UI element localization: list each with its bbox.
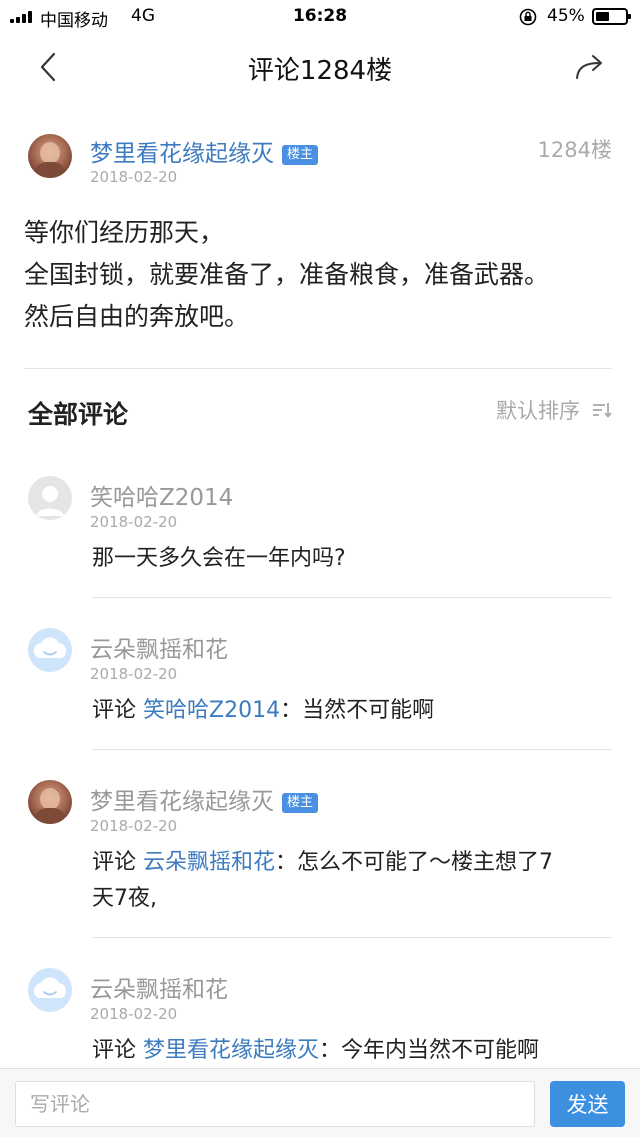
reply-prefix: 评论 <box>92 850 143 875</box>
post-line: 等你们经历那天， <box>24 218 225 247</box>
comment-input[interactable] <box>15 1081 535 1127</box>
comment-avatar[interactable] <box>28 780 72 824</box>
comment-input-bar: 发送 <box>0 1068 640 1137</box>
post-date: 2018-02-20 <box>90 168 178 186</box>
comments-header: 全部评论 <box>28 400 129 429</box>
op-badge: 楼主 <box>282 144 319 165</box>
rotation-lock-icon <box>519 8 537 26</box>
post-author-avatar[interactable] <box>28 134 72 178</box>
mention-link[interactable]: 梦里看花缘起缘灭 <box>143 1038 319 1063</box>
divider <box>24 368 612 369</box>
op-badge: 楼主 <box>282 792 319 813</box>
reply-text: ：怎么不可能了～楼主想了7 <box>275 850 554 875</box>
mention-link[interactable]: 云朵飘摇和花 <box>143 850 275 875</box>
divider <box>92 937 612 938</box>
reply-text: ：今年内当然不可能啊 <box>319 1038 540 1063</box>
reply-prefix: 评论 <box>92 1038 143 1063</box>
page-title: 评论1284楼 <box>247 56 393 86</box>
comment-date: 2018-02-20 <box>90 665 178 683</box>
cloud-face-avatar-icon <box>33 977 67 998</box>
comment-line: 评论 云朵飘摇和花：怎么不可能了～楼主想了7 <box>92 845 614 881</box>
comment-line: 天7夜, <box>92 886 157 911</box>
share-button[interactable] <box>570 48 610 88</box>
divider <box>92 749 612 750</box>
comment-avatar[interactable] <box>28 476 72 520</box>
post-line: 然后自由的奔放吧。 <box>24 302 250 331</box>
comment-date: 2018-02-20 <box>90 817 178 835</box>
comment-date: 2018-02-20 <box>90 513 178 531</box>
post-author[interactable]: 梦里看花缘起缘灭 楼主 <box>90 134 319 168</box>
comment-text: 评论 梦里看花缘起缘灭：今年内当然不可能啊 <box>92 1033 614 1069</box>
battery-percent: 45% <box>547 6 585 26</box>
comment-date: 2018-02-20 <box>90 1005 178 1023</box>
comment-author-name[interactable]: 梦里看花缘起缘灭 <box>90 789 274 815</box>
comment-avatar[interactable] <box>28 968 72 1012</box>
reply-prefix: 评论 <box>92 698 143 723</box>
sort-button[interactable]: 默认排序 <box>496 395 612 425</box>
status-time: 16:28 <box>292 6 348 26</box>
sort-icon <box>593 403 612 418</box>
divider <box>92 597 612 598</box>
battery-fill <box>596 12 609 21</box>
cloud-face-avatar-icon <box>33 637 67 658</box>
sort-label[interactable]: 默认排序 <box>496 395 580 425</box>
comment-text: 评论 云朵飘摇和花：怎么不可能了～楼主想了7 天7夜, <box>92 845 614 917</box>
comment-text: 评论 笑哈哈Z2014：当然不可能啊 <box>92 693 614 729</box>
mention-link[interactable]: 笑哈哈Z2014 <box>143 698 280 723</box>
post-body: 等你们经历那天， 全国封锁，就要准备了，准备粮食，准备武器。 然后自由的奔放吧。 <box>24 212 624 338</box>
send-button[interactable]: 发送 <box>550 1081 625 1127</box>
post-author-name[interactable]: 梦里看花缘起缘灭 <box>90 141 274 167</box>
nav-bar: 评论1284楼 <box>0 34 640 98</box>
share-arrow-icon <box>576 55 602 79</box>
comment-text: 那一天多久会在一年内吗? <box>92 546 346 571</box>
comment-author[interactable]: 梦里看花缘起缘灭 楼主 <box>90 782 319 816</box>
status-bar: 中国移动 4G 16:28 45% <box>0 0 640 34</box>
comment-author[interactable]: 云朵飘摇和花 <box>90 970 228 1004</box>
floor-number: 1284楼 <box>537 138 612 162</box>
post-line: 全国封锁，就要准备了，准备粮食，准备武器。 <box>24 260 550 289</box>
comment-author[interactable]: 云朵飘摇和花 <box>90 630 228 664</box>
comment-author[interactable]: 笑哈哈Z2014 <box>90 478 233 512</box>
reply-text: ：当然不可能啊 <box>280 698 435 723</box>
battery-icon <box>592 8 631 25</box>
default-avatar-icon <box>36 486 64 516</box>
comment-avatar[interactable] <box>28 628 72 672</box>
